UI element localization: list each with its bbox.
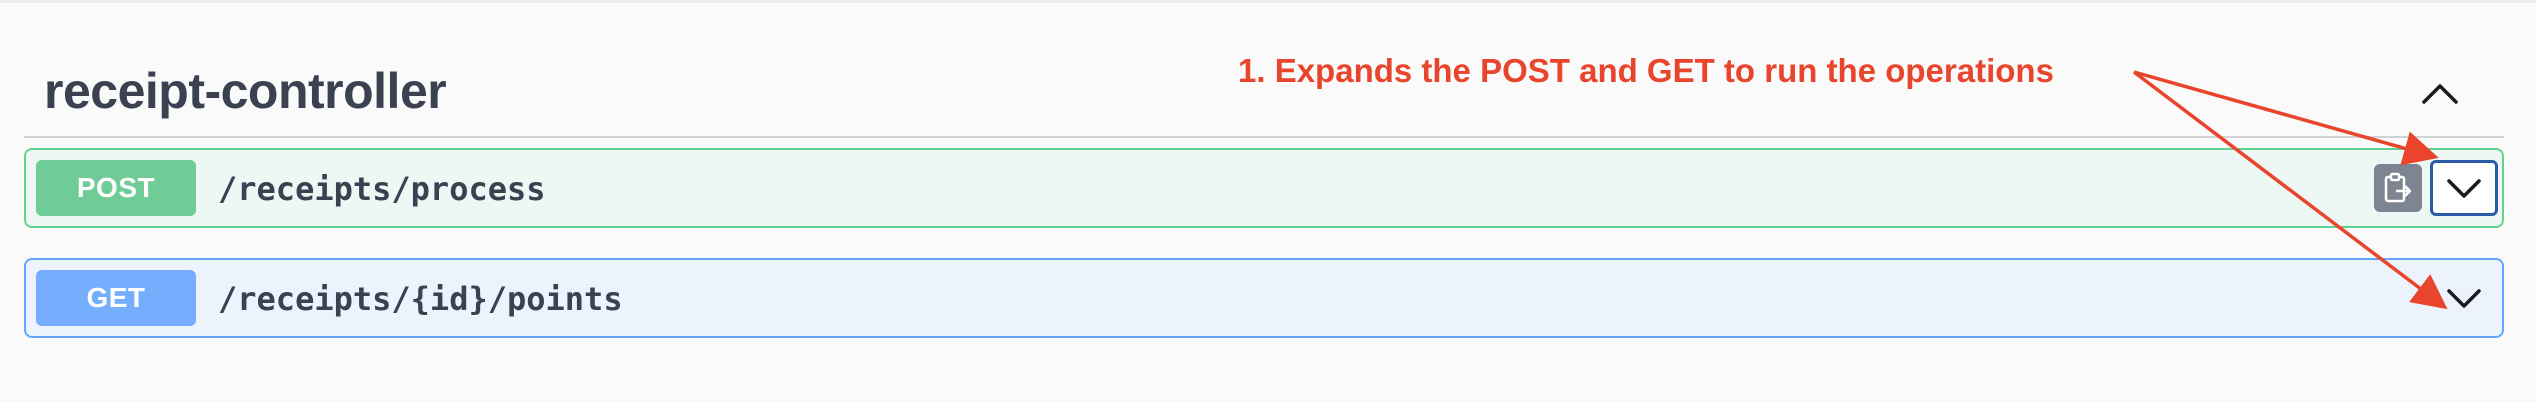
operation-path: /receipts/{id}/points [218, 280, 623, 318]
annotation-text: 1. Expands the POST and GET to run the o… [1238, 52, 2054, 89]
operation-get-receipts-points[interactable]: GET /receipts/{id}/points [24, 258, 2504, 338]
operation-post-receipts-process[interactable]: POST /receipts/process [24, 148, 2504, 228]
chevron-up-icon[interactable] [2416, 70, 2464, 118]
controller-title[interactable]: receipt-controller [44, 62, 447, 120]
expand-get-button[interactable] [2438, 272, 2490, 324]
chevron-down-icon [2447, 289, 2481, 308]
clipboard-copy-icon[interactable] [2374, 164, 2422, 212]
top-divider [0, 0, 2536, 3]
expand-post-button[interactable] [2430, 160, 2498, 216]
method-badge-get: GET [36, 270, 196, 326]
chevron-down-icon [2447, 179, 2481, 198]
operation-path: /receipts/process [218, 170, 546, 208]
method-badge-post: POST [36, 160, 196, 216]
